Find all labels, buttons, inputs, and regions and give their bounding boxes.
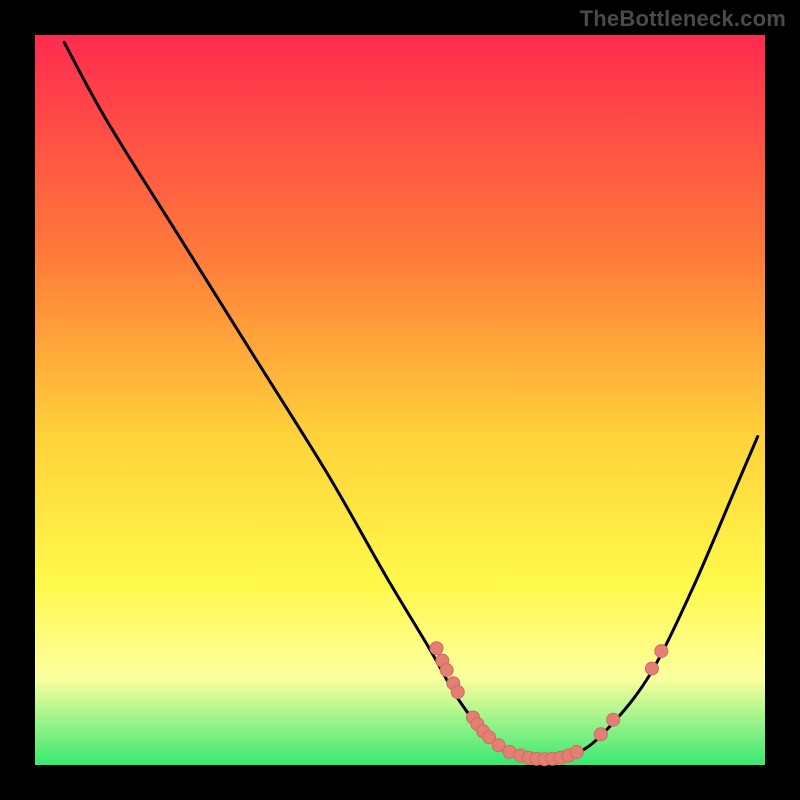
watermark-text: TheBottleneck.com [580,6,786,32]
data-marker [440,664,453,677]
data-marker [430,642,443,655]
data-marker [607,713,620,726]
data-marker [645,662,658,675]
data-marker [594,728,607,741]
data-marker [570,745,583,758]
chart-frame: TheBottleneck.com [0,0,800,800]
data-marker [655,645,668,658]
bottleneck-chart [0,0,800,800]
data-marker [451,686,464,699]
plot-background [35,35,765,765]
